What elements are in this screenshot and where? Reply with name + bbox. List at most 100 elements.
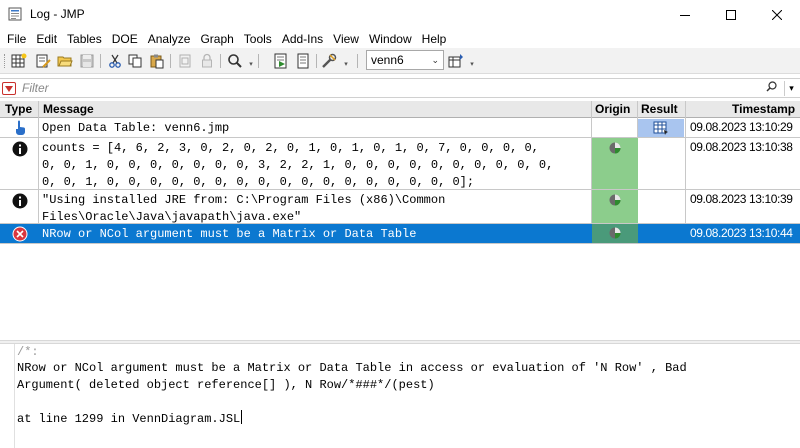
- minimize-button[interactable]: [662, 0, 708, 30]
- cut-icon: [109, 54, 121, 68]
- paste-icon: [150, 54, 164, 69]
- app-log-icon: [8, 7, 22, 21]
- copy-icon: [128, 54, 142, 68]
- filter-bar: Filter ▾: [0, 78, 800, 98]
- log-message: counts = [4, 6, 2, 3, 0, 2, 0, 2, 0, 1, …: [42, 141, 554, 189]
- tools-dropdown-icon[interactable]: ▾: [343, 54, 349, 68]
- lock-icon: [202, 53, 212, 68]
- lock-button[interactable]: [198, 52, 216, 70]
- menu-view[interactable]: View: [328, 30, 364, 48]
- error-icon: [12, 226, 28, 242]
- log-message: Open Data Table: venn6.jmp: [42, 121, 230, 135]
- script-icon: [297, 53, 309, 69]
- open-button[interactable]: [56, 52, 74, 70]
- origin-cell[interactable]: [592, 224, 638, 243]
- new-table-button[interactable]: [10, 52, 28, 70]
- filter-search-icon[interactable]: [766, 81, 777, 95]
- run-script-icon: [274, 53, 287, 69]
- edit-icon: [36, 54, 51, 68]
- minimize-icon: [680, 15, 690, 16]
- toolbar-separator: [357, 54, 358, 68]
- log-row-selected[interactable]: NRow or NCol argument must be a Matrix o…: [0, 224, 800, 244]
- filter-options-button[interactable]: ▾: [784, 81, 798, 96]
- cut-button[interactable]: [106, 52, 124, 70]
- info-icon: [12, 141, 28, 157]
- toolbar-separator: [170, 54, 171, 68]
- filter-menu-button[interactable]: [2, 82, 16, 95]
- hand-pointer-icon: [12, 120, 28, 136]
- save-button[interactable]: [78, 52, 96, 70]
- origin-cell[interactable]: [592, 138, 638, 189]
- data-table-selector-value: venn6: [371, 53, 404, 67]
- result-cell[interactable]: [638, 119, 684, 137]
- toolbar-separator: [316, 54, 317, 68]
- column-header-message[interactable]: Message: [43, 102, 94, 116]
- red-triangle-icon: [5, 85, 13, 92]
- log-detail-pane[interactable]: /*: NRow or NCol argument must be a Matr…: [14, 344, 800, 448]
- clipboard-icon: [179, 54, 191, 68]
- menu-tables[interactable]: Tables: [62, 30, 107, 48]
- window-title: Log - JMP: [30, 7, 85, 21]
- chevron-down-icon: ⌄: [431, 55, 439, 65]
- toolbar-separator: [258, 54, 259, 68]
- log-row[interactable]: counts = [4, 6, 2, 3, 0, 2, 0, 2, 0, 1, …: [0, 138, 800, 190]
- menu-window[interactable]: Window: [364, 30, 417, 48]
- paste-button[interactable]: [148, 52, 166, 70]
- info-icon: [12, 193, 28, 209]
- title-bar: Log - JMP: [0, 0, 800, 30]
- table-dropdown-icon[interactable]: ▾: [469, 54, 475, 68]
- edit-button[interactable]: [34, 52, 52, 70]
- column-header-type[interactable]: Type: [5, 102, 32, 116]
- menu-graph[interactable]: Graph: [195, 30, 238, 48]
- search-button[interactable]: [226, 52, 244, 70]
- menu-bar: File Edit Tables DOE Analyze Graph Tools…: [0, 30, 800, 48]
- copy-button[interactable]: [126, 52, 144, 70]
- close-button[interactable]: [754, 0, 800, 30]
- maximize-icon: [726, 10, 736, 20]
- search-dropdown-icon[interactable]: ▾: [248, 54, 254, 68]
- menu-tools[interactable]: Tools: [239, 30, 277, 48]
- table-icon: [448, 54, 463, 68]
- toolbar-separator: [100, 54, 101, 68]
- detail-error-line-2: Argument( deleted object reference[] ), …: [17, 378, 435, 392]
- tools-icon: [322, 53, 337, 68]
- detail-error-line-1: NRow or NCol argument must be a Matrix o…: [17, 361, 687, 375]
- save-icon: [80, 54, 94, 68]
- column-header-result[interactable]: Result: [641, 102, 678, 116]
- run-script-button[interactable]: [272, 52, 290, 70]
- menu-help[interactable]: Help: [417, 30, 452, 48]
- open-icon: [57, 56, 73, 67]
- detail-error-location: at line 1299 in VennDiagram.JSL: [17, 410, 243, 427]
- script-origin-icon: [609, 142, 621, 154]
- detail-comment: /*:: [17, 345, 39, 359]
- table-button[interactable]: [447, 52, 465, 70]
- log-message: "Using installed JRE from: C:\Program Fi…: [42, 193, 446, 224]
- text-cursor: [241, 410, 243, 424]
- log-row[interactable]: Open Data Table: venn6.jmp 09.08.2023 13…: [0, 118, 800, 138]
- toolbar-grip[interactable]: [4, 54, 7, 68]
- data-table-icon: [653, 121, 668, 135]
- toolbar-separator: [220, 54, 221, 68]
- clipboard-button[interactable]: [176, 52, 194, 70]
- data-table-selector[interactable]: venn6 ⌄: [366, 50, 444, 70]
- close-icon: [772, 10, 782, 20]
- filter-input[interactable]: Filter: [22, 81, 49, 95]
- script-button[interactable]: [294, 52, 312, 70]
- log-row[interactable]: "Using installed JRE from: C:\Program Fi…: [0, 190, 800, 224]
- menu-analyze[interactable]: Analyze: [143, 30, 196, 48]
- maximize-button[interactable]: [708, 0, 754, 30]
- log-timestamp: 09.08.2023 13:10:39: [690, 192, 793, 206]
- column-header-timestamp[interactable]: Timestamp: [732, 102, 795, 116]
- log-message: NRow or NCol argument must be a Matrix o…: [42, 227, 417, 241]
- column-header-origin[interactable]: Origin: [595, 102, 630, 116]
- origin-cell[interactable]: [592, 190, 638, 223]
- menu-doe[interactable]: DOE: [107, 30, 143, 48]
- search-icon: [228, 54, 242, 68]
- menu-edit[interactable]: Edit: [31, 30, 62, 48]
- log-table-header: Type Message Origin Result Timestamp: [0, 101, 800, 118]
- menu-file[interactable]: File: [2, 30, 31, 48]
- script-origin-icon: [609, 194, 621, 206]
- tools-button[interactable]: [320, 52, 338, 70]
- menu-add-ins[interactable]: Add-Ins: [277, 30, 328, 48]
- log-timestamp: 09.08.2023 13:10:44: [690, 226, 793, 240]
